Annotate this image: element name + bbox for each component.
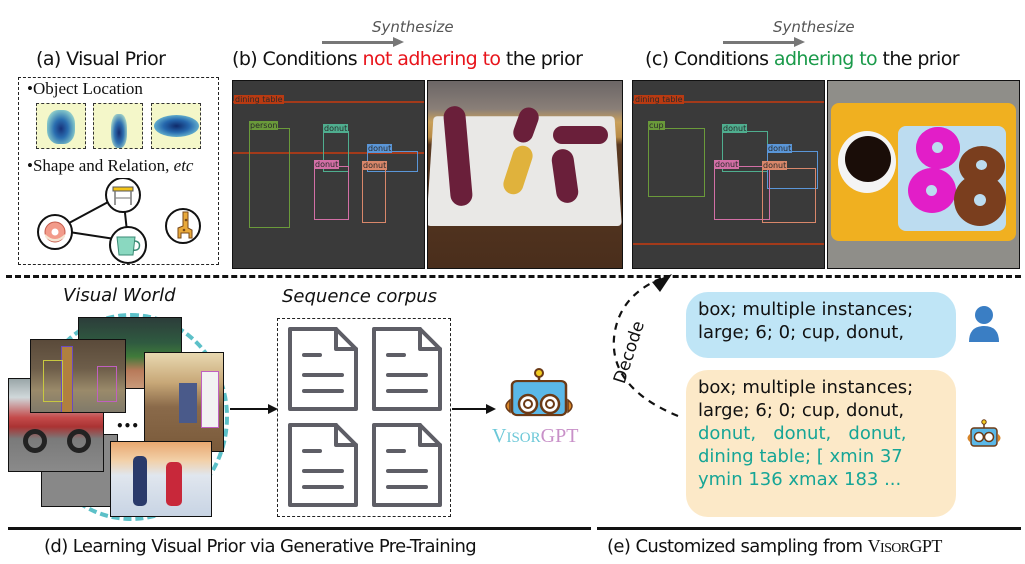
eclair-shape <box>553 126 608 144</box>
bbox-label-donut: donut <box>314 160 340 169</box>
bbox-label-donut: donut <box>714 160 740 169</box>
caption-model-gpt: GPT <box>909 536 943 556</box>
synthesize-label-c: Synthesize <box>773 18 855 36</box>
output-line-generated: dining table; [ xmin 37 <box>698 446 903 467</box>
bbox-donut <box>362 168 386 223</box>
location-heatmap-2 <box>93 103 143 149</box>
caption-e: (e) Customized sampling from VISORGPT <box>607 536 942 557</box>
title-prefix: (c) Conditions <box>645 48 774 70</box>
caption-rule-e <box>597 527 1021 530</box>
dining-table-line <box>633 243 824 245</box>
more-images-ellipsis: ••• <box>116 419 140 433</box>
user-icon <box>969 306 999 342</box>
bbox-label-dining-table: dining table <box>634 95 684 104</box>
donut-icon <box>37 214 73 250</box>
prompt-line: box; multiple instances; <box>698 299 914 320</box>
visorgpt-logo-text: VISORGPT <box>492 425 578 448</box>
title-suffix: the prior <box>500 48 583 70</box>
synthesize-label-b: Synthesize <box>372 18 454 36</box>
caption-model-v: V <box>867 536 881 556</box>
adhering-highlight: adhering to <box>773 48 878 70</box>
arrow-to-model <box>452 404 496 414</box>
title-prefix: (b) Conditions <box>232 48 363 70</box>
document-icon <box>288 423 358 507</box>
bbox-label-donut: donut <box>367 144 393 153</box>
document-icon <box>372 327 442 411</box>
not-adhering-highlight: not adhering to <box>362 48 502 70</box>
shape-relation-label: •Shape and Relation, etc <box>27 156 193 176</box>
caption-rule-d <box>8 527 591 530</box>
cup-icon <box>109 226 147 264</box>
section-separator <box>6 275 1021 278</box>
document-icon <box>372 423 442 507</box>
output-line: box; multiple instances; <box>698 377 914 398</box>
conditions-adhering-title: (c) Conditions adhering to the prior <box>645 48 960 70</box>
chocolate-donut <box>954 174 1006 226</box>
bbox-cup <box>648 128 705 197</box>
giraffe-icon <box>165 208 201 244</box>
coffee <box>845 136 891 182</box>
object-location-label: •Object Location <box>27 79 143 98</box>
dataset-image-skiers <box>110 441 212 517</box>
relation-graph <box>37 178 201 264</box>
shape-relation-text: •Shape and Relation, <box>27 156 170 175</box>
pink-donut <box>916 127 960 169</box>
caption-d: (d) Learning Visual Prior via Generative… <box>44 536 477 557</box>
title-suffix: the prior <box>877 48 960 70</box>
bbox-label-cup: cup <box>648 121 665 130</box>
etc-text: etc <box>173 156 194 175</box>
document-icon <box>288 327 358 411</box>
dataset-image-giraffes <box>30 339 126 413</box>
bbox-label-donut: donut <box>323 124 349 133</box>
robot-icon <box>505 368 573 417</box>
location-heatmap-3 <box>151 103 201 149</box>
visual-prior-title: (a) Visual Prior <box>36 48 166 70</box>
location-heatmap-1 <box>36 103 86 149</box>
synthesize-arrow-c <box>723 37 805 47</box>
bbox-label-donut: donut <box>762 161 788 170</box>
synthesize-arrow-b <box>322 37 404 47</box>
bbox-person <box>249 128 290 228</box>
bbox-label-donut: donut <box>722 124 748 133</box>
bbox-label-donut: donut <box>767 144 793 153</box>
visual-world-title: Visual World <box>63 285 176 306</box>
dataset-image-kitchen <box>144 352 224 452</box>
sequence-corpus-title: Sequence corpus <box>282 286 438 307</box>
model-output-bubble: box; multiple instances; large; 6; 0; cu… <box>686 370 956 517</box>
logo-v: V <box>492 425 507 447</box>
output-line-generated: ymin 136 xmax 183 ... <box>698 469 902 490</box>
output-line: large; 6; 0; cup, donut, <box>698 400 905 421</box>
bbox-donut <box>314 166 349 220</box>
prompt-line: large; 6; 0; cup, donut, <box>698 322 905 343</box>
arrow-to-corpus <box>230 404 278 414</box>
bbox-label-person: person <box>249 121 279 130</box>
robot-small-icon <box>967 419 1001 447</box>
conditions-not-adhering-title: (b) Conditions not adhering to the prior <box>232 48 583 70</box>
document-icons <box>288 327 442 507</box>
generated-image-adhering <box>827 80 1020 269</box>
condition-map-adhering: dining table cup donut donut donut donut <box>632 80 825 269</box>
user-prompt-bubble: box; multiple instances; large; 6; 0; cu… <box>686 292 956 358</box>
bbox-donut <box>762 168 816 223</box>
pink-donut <box>908 168 956 213</box>
caption-model-isor: ISOR <box>880 541 910 556</box>
dining-table-icon <box>105 178 141 213</box>
generated-image-not-adhering <box>427 80 623 269</box>
bbox-label-donut: donut <box>362 161 388 170</box>
logo-gpt: GPT <box>540 425 579 447</box>
decode-arrow <box>612 274 679 418</box>
condition-map-not-adhering: dining table person donut donut donut do… <box>232 80 425 269</box>
logo-isor: ISOR <box>506 430 541 446</box>
output-line-generated: donut, donut, donut, <box>698 423 907 444</box>
caption-e-prefix: (e) Customized sampling from <box>607 536 868 557</box>
bbox-label-dining-table: dining table <box>234 95 284 104</box>
